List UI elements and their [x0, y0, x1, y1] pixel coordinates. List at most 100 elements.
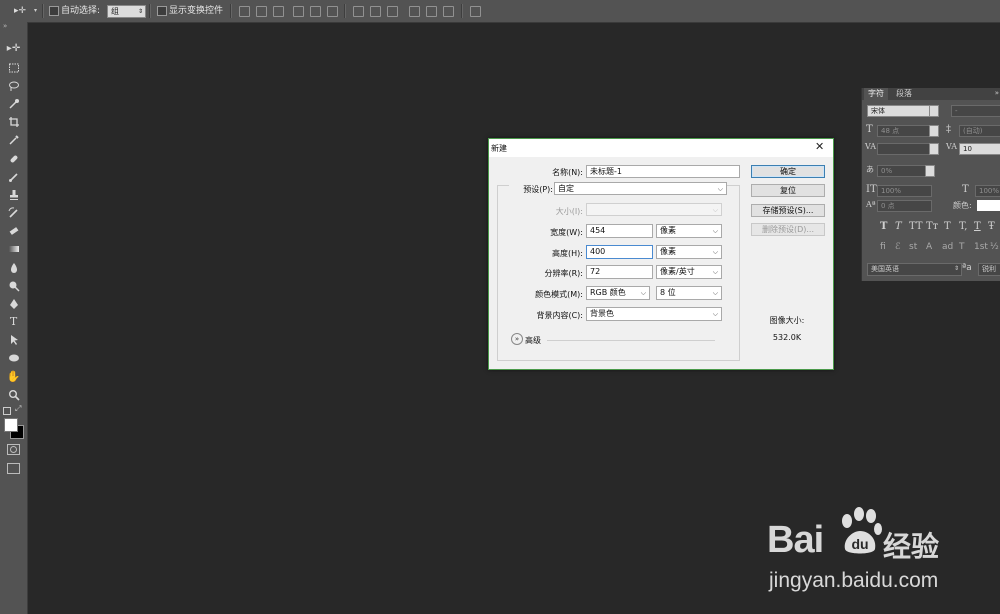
kerning-dropdown[interactable]: [929, 143, 939, 155]
distribute-vertical-center-icon[interactable]: [370, 6, 381, 17]
tool-preset-dropdown-icon[interactable]: ▾: [34, 5, 37, 17]
dodge-tool-icon[interactable]: [4, 278, 23, 294]
size-select[interactable]: ⌵: [586, 203, 722, 216]
tab-paragraph[interactable]: 段落: [892, 88, 916, 100]
bit-depth-select[interactable]: 8 位 ⌵: [656, 286, 722, 300]
width-input[interactable]: 454: [586, 224, 653, 238]
marquee-tool-icon[interactable]: [4, 60, 23, 76]
align-bottom-icon[interactable]: [273, 6, 284, 17]
opentype-ligature-icon[interactable]: ﬁ: [880, 242, 886, 252]
move-tool-icon[interactable]: ▸✛: [14, 5, 36, 17]
opentype-titling-icon[interactable]: ad: [942, 242, 953, 252]
opentype-ornament-icon[interactable]: A: [926, 242, 932, 252]
distribute-left-icon[interactable]: [409, 6, 420, 17]
height-input[interactable]: 400: [586, 245, 653, 259]
underline-button[interactable]: T: [974, 221, 981, 232]
auto-select-target-value: 组: [111, 7, 119, 16]
scale-percent-field[interactable]: 0%: [877, 165, 928, 177]
quick-mask-icon[interactable]: [7, 444, 20, 455]
opentype-stylistic-icon[interactable]: st: [909, 242, 917, 252]
hand-tool-icon[interactable]: ✋: [4, 369, 23, 385]
faux-italic-button[interactable]: T: [895, 221, 902, 232]
opentype-swash-icon[interactable]: ℰ: [895, 242, 900, 252]
background-select[interactable]: 背景色 ⌵: [586, 307, 722, 321]
anti-alias-label: a: [966, 263, 972, 273]
history-brush-tool-icon[interactable]: [4, 205, 23, 221]
collapse-toolbar-icon[interactable]: »: [3, 22, 7, 30]
zoom-tool-icon[interactable]: [4, 387, 23, 403]
path-selection-tool-icon[interactable]: [4, 332, 23, 348]
opentype-fraction-icon[interactable]: 1st: [974, 242, 988, 252]
preset-select[interactable]: 自定 ⌵: [554, 182, 727, 195]
delete-preset-button[interactable]: 删除预设(D)...: [751, 223, 825, 236]
language-select[interactable]: 美国英语 ⇕: [867, 263, 962, 276]
align-right-icon[interactable]: [327, 6, 338, 17]
auto-select-checkbox[interactable]: [49, 6, 59, 16]
screen-mode-icon[interactable]: [7, 463, 20, 474]
small-caps-button[interactable]: Tт: [926, 221, 938, 232]
shape-tool-icon[interactable]: [4, 350, 23, 366]
reset-button[interactable]: 复位: [751, 184, 825, 197]
anti-alias-select[interactable]: 锐利: [978, 263, 1000, 276]
swap-colors-icon[interactable]: ⤢: [15, 404, 21, 414]
font-size-field[interactable]: 48 点: [877, 125, 932, 137]
opentype-ordinal-icon[interactable]: T: [959, 242, 965, 252]
leading-field[interactable]: (自动): [959, 125, 1000, 137]
foreground-color-swatch[interactable]: [4, 418, 18, 432]
tracking-field[interactable]: 10: [959, 143, 1000, 155]
advanced-toggle-icon[interactable]: »: [511, 333, 523, 345]
gradient-tool-icon[interactable]: [4, 241, 23, 257]
opentype-discretionary-icon[interactable]: ½: [990, 242, 999, 252]
font-family-dropdown[interactable]: [929, 105, 939, 117]
show-transform-checkbox[interactable]: [157, 6, 167, 16]
all-caps-button[interactable]: TT: [909, 221, 923, 232]
auto-select-target-select[interactable]: 组 ⇕: [107, 5, 146, 18]
brush-tool-icon[interactable]: [4, 169, 23, 185]
superscript-button[interactable]: T: [944, 221, 951, 232]
close-icon[interactable]: ✕: [815, 140, 824, 153]
eyedropper-tool-icon[interactable]: [4, 132, 23, 148]
horizontal-scale-field[interactable]: 100%: [975, 185, 1000, 197]
panel-menu-icon[interactable]: »: [995, 89, 999, 97]
text-color-swatch[interactable]: [977, 200, 1000, 211]
align-top-icon[interactable]: [239, 6, 250, 17]
subscript-button[interactable]: T,: [959, 221, 967, 232]
crop-tool-icon[interactable]: [4, 114, 23, 130]
font-family-select[interactable]: 宋体: [867, 105, 932, 117]
save-preset-button[interactable]: 存储预设(S)...: [751, 204, 825, 217]
clone-stamp-tool-icon[interactable]: [4, 187, 23, 203]
default-colors-icon[interactable]: [3, 407, 11, 415]
strikethrough-button[interactable]: Ŧ: [988, 221, 995, 232]
baseline-shift-field[interactable]: 0 点: [877, 200, 932, 212]
eraser-tool-icon[interactable]: [4, 223, 23, 239]
align-horizontal-center-icon[interactable]: [310, 6, 321, 17]
lasso-tool-icon[interactable]: [4, 78, 23, 94]
resolution-unit-select[interactable]: 像素/英寸 ⌵: [656, 265, 722, 279]
font-size-dropdown[interactable]: [929, 125, 939, 137]
ok-button[interactable]: 确定: [751, 165, 825, 178]
height-unit-select[interactable]: 像素 ⌵: [656, 245, 722, 259]
pen-tool-icon[interactable]: [4, 296, 23, 312]
scale-percent-dropdown[interactable]: [925, 165, 935, 177]
distribute-right-icon[interactable]: [443, 6, 454, 17]
color-mode-select[interactable]: RGB 颜色 ⌵: [586, 286, 650, 300]
quick-selection-tool-icon[interactable]: [4, 96, 23, 112]
faux-bold-button[interactable]: T: [880, 221, 887, 232]
tab-character[interactable]: 字符: [864, 88, 888, 100]
distribute-horizontal-center-icon[interactable]: [426, 6, 437, 17]
blur-tool-icon[interactable]: [4, 260, 23, 276]
kerning-field[interactable]: [877, 143, 932, 155]
healing-brush-tool-icon[interactable]: [4, 151, 23, 167]
resolution-input[interactable]: 72: [586, 265, 653, 279]
align-vertical-center-icon[interactable]: [256, 6, 267, 17]
move-tool-icon[interactable]: ▸✛: [4, 41, 23, 57]
font-style-select[interactable]: -: [951, 105, 1000, 117]
type-tool-icon[interactable]: T: [4, 314, 23, 330]
auto-align-layers-icon[interactable]: [470, 6, 481, 17]
width-unit-select[interactable]: 像素 ⌵: [656, 224, 722, 238]
vertical-scale-field[interactable]: 100%: [877, 185, 932, 197]
distribute-top-icon[interactable]: [353, 6, 364, 17]
distribute-bottom-icon[interactable]: [387, 6, 398, 17]
align-left-icon[interactable]: [293, 6, 304, 17]
name-input[interactable]: 未标题-1: [586, 165, 740, 178]
